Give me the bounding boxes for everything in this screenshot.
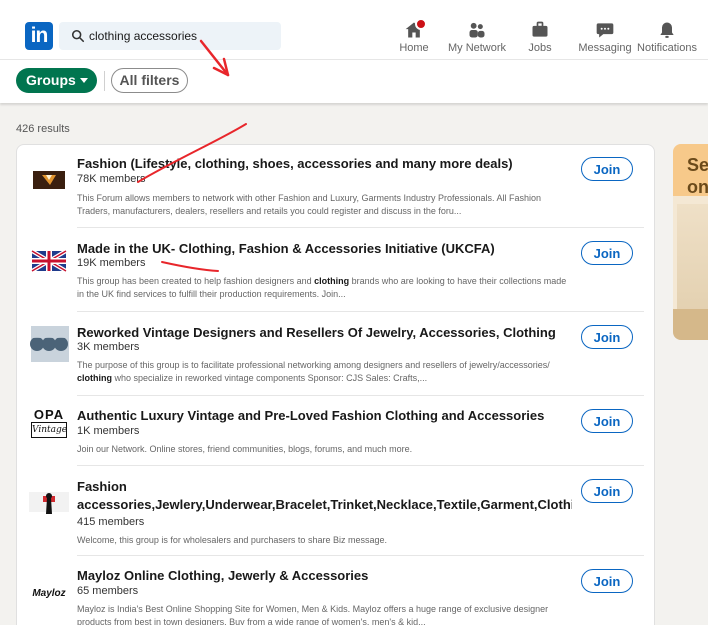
logo-text: Vintage	[31, 422, 67, 438]
group-logo[interactable]	[29, 484, 69, 524]
group-description: Welcome, this group is for wholesalers a…	[77, 535, 387, 545]
nav-notifications-label: Notifications	[637, 42, 697, 54]
briefcase-icon	[532, 21, 548, 37]
group-title-line: Fashion	[77, 479, 127, 494]
message-icon	[596, 23, 614, 38]
description-text: The purpose of this group is to facilita…	[77, 360, 550, 370]
opa-vintage-logo: OPA Vintage	[29, 408, 69, 438]
notification-badge	[415, 18, 427, 30]
ad-image-floor	[673, 309, 708, 340]
linkedin-logo[interactable]: in	[25, 22, 53, 50]
vintage-pattern-icon	[30, 326, 69, 362]
result-item[interactable]: Fashion (Lifestyle, clothing, shoes, acc…	[17, 145, 654, 228]
result-item[interactable]: Reworked Vintage Designers and Resellers…	[17, 312, 654, 396]
group-description: Mayloz is India's Best Online Shopping S…	[77, 604, 549, 625]
fashion-logo-icon	[33, 171, 65, 189]
description-text: who specialize in reworked vintage compo…	[112, 373, 428, 383]
highlighted-keyword: clothing	[77, 373, 112, 383]
uk-flag-icon	[30, 249, 68, 273]
nav-jobs-label: Jobs	[528, 42, 552, 54]
group-description: This group has been created to help fash…	[77, 275, 567, 302]
group-title[interactable]: Made in the UK- Clothing, Fashion & Acce…	[77, 240, 572, 257]
group-title[interactable]: Fashion (Lifestyle, clothing, shoes, acc…	[77, 155, 572, 172]
member-count: 415 members	[77, 516, 145, 528]
group-logo[interactable]	[29, 159, 69, 199]
groups-filter-button[interactable]: Groups	[16, 68, 97, 93]
bell-icon	[660, 22, 674, 38]
nav-home[interactable]: Home	[393, 18, 435, 56]
nav-home-label: Home	[399, 42, 429, 54]
member-count: 1K members	[77, 425, 140, 437]
results-count: 426 results	[16, 123, 70, 135]
group-logo[interactable]	[29, 240, 69, 280]
group-logo[interactable]: OPA Vintage	[29, 408, 69, 448]
result-item[interactable]: Fashion accessories,Jewlery,Underwear,Br…	[17, 466, 654, 556]
group-description: This Forum allows members to network wit…	[77, 193, 542, 216]
search-input[interactable]	[89, 26, 274, 46]
member-count: 19K members	[77, 257, 146, 269]
group-description: The purpose of this group is to facilita…	[77, 359, 567, 386]
nav-my-network[interactable]: My Network	[446, 20, 508, 56]
search-icon	[71, 29, 85, 43]
filter-bar: Groups All filters	[0, 60, 708, 103]
join-button[interactable]: Join	[581, 241, 633, 265]
join-button[interactable]: Join	[581, 569, 633, 593]
network-icon	[469, 22, 485, 38]
caret-down-icon	[80, 78, 88, 83]
groups-filter-label: Groups	[26, 72, 76, 88]
member-count: 3K members	[77, 341, 140, 353]
group-title[interactable]: Fashion accessories,Jewlery,Underwear,Br…	[77, 478, 572, 514]
search-bar[interactable]	[59, 22, 281, 50]
nav-notifications[interactable]: Notifications	[636, 20, 698, 56]
side-ad[interactable]: Se on	[673, 144, 708, 340]
ad-text: Se on	[687, 155, 708, 197]
member-count: 65 members	[77, 585, 139, 597]
nav-network-label: My Network	[447, 42, 507, 54]
filter-divider	[104, 71, 105, 91]
group-description: Join our Network. Online stores, friend …	[77, 444, 413, 454]
results-card: Fashion (Lifestyle, clothing, shoes, acc…	[16, 144, 655, 625]
group-title[interactable]: Reworked Vintage Designers and Resellers…	[77, 324, 572, 341]
join-button[interactable]: Join	[581, 325, 633, 349]
ad-image	[677, 204, 708, 324]
all-filters-button[interactable]: All filters	[111, 68, 188, 93]
nav-messaging[interactable]: Messaging	[576, 20, 634, 56]
member-count: 78K members	[77, 173, 146, 185]
group-title[interactable]: Mayloz Online Clothing, Jewerly & Access…	[77, 567, 572, 584]
group-title-line: accessories,Jewlery,Underwear,Bracelet,T…	[77, 497, 572, 512]
highlighted-keyword: clothing	[314, 276, 350, 286]
result-item[interactable]: Mayloz Mayloz Online Clothing, Jewerly &…	[17, 556, 654, 625]
fashion-figure-icon	[29, 492, 69, 514]
group-logo[interactable]	[29, 324, 69, 364]
join-button[interactable]: Join	[581, 479, 633, 503]
group-logo[interactable]: Mayloz	[29, 574, 69, 614]
result-item[interactable]: OPA Vintage Authentic Luxury Vintage and…	[17, 396, 654, 466]
logo-text: OPA	[33, 407, 65, 422]
description-text: This group has been created to help fash…	[77, 276, 315, 286]
nav-messaging-label: Messaging	[578, 42, 632, 54]
join-button[interactable]: Join	[581, 157, 633, 181]
group-title[interactable]: Authentic Luxury Vintage and Pre-Loved F…	[77, 407, 572, 424]
top-nav-bar: in Home My Network Jobs Messaging	[0, 0, 708, 60]
mayloz-logo: Mayloz	[32, 588, 66, 599]
result-item[interactable]: Made in the UK- Clothing, Fashion & Acce…	[17, 228, 654, 312]
nav-jobs[interactable]: Jobs	[522, 20, 558, 56]
join-button[interactable]: Join	[581, 409, 633, 433]
